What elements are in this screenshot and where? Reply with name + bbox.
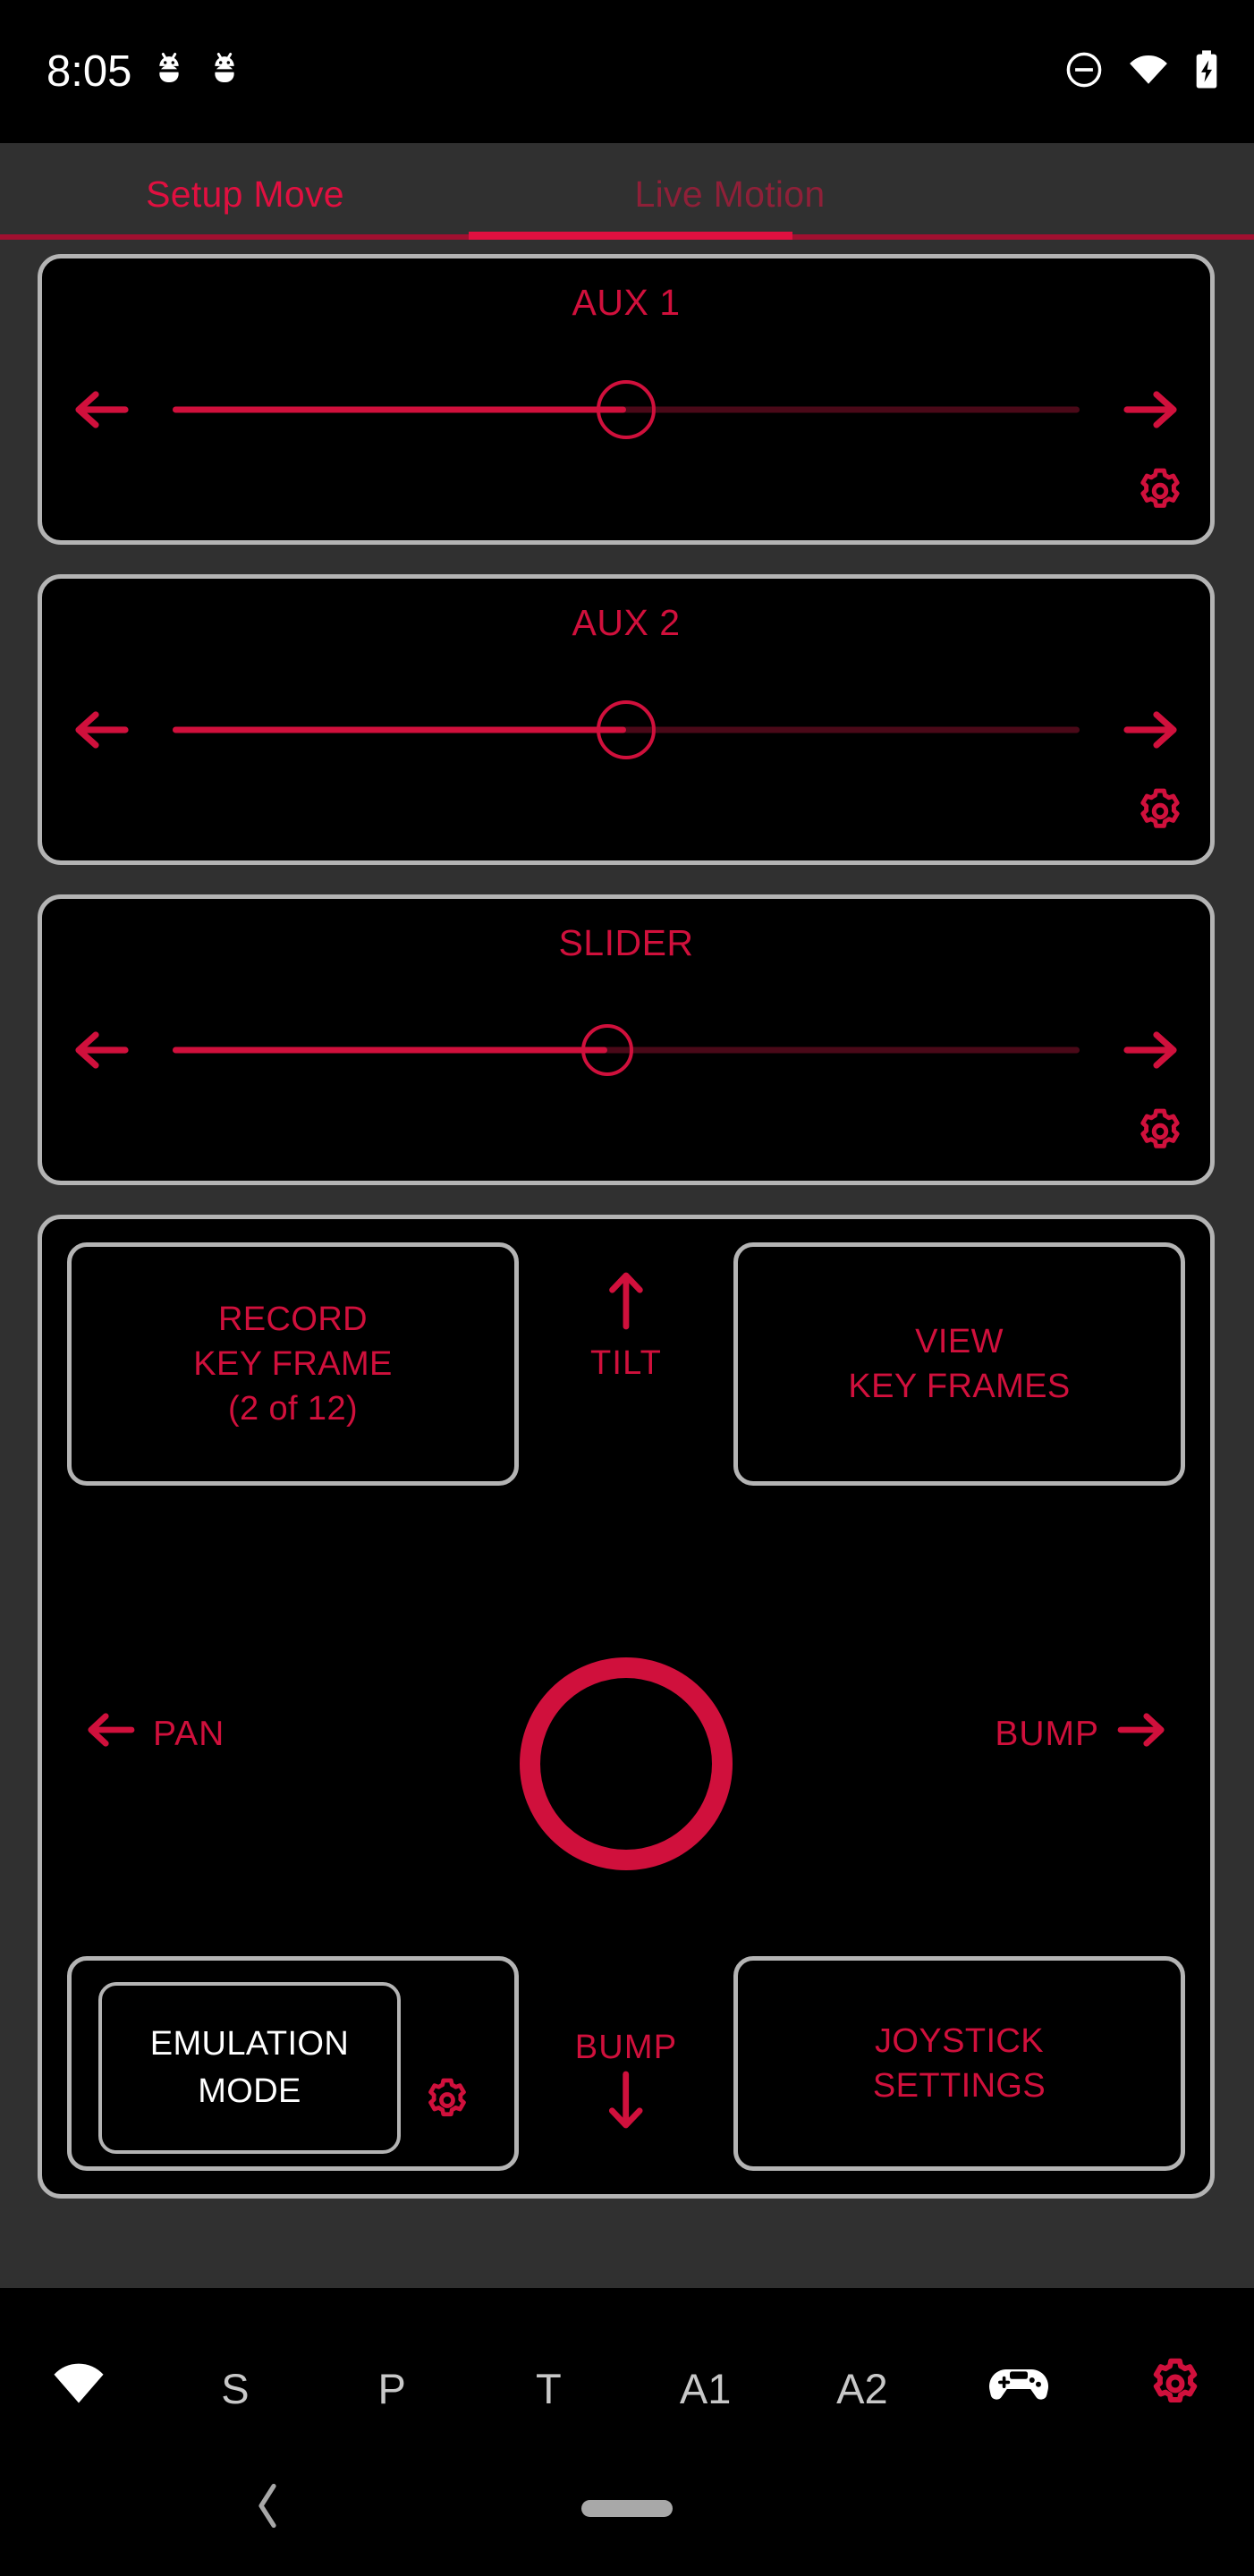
nav-item-settings[interactable] bbox=[1097, 2336, 1254, 2440]
arrow-right-icon bbox=[1117, 1707, 1167, 1762]
nav-item-t[interactable]: T bbox=[470, 2336, 627, 2440]
arrow-left-icon[interactable] bbox=[42, 1025, 160, 1075]
gear-icon[interactable] bbox=[1135, 1106, 1185, 1161]
gear-icon[interactable] bbox=[1135, 466, 1185, 521]
joystick-settings-line1: JOYSTICK bbox=[874, 2021, 1044, 2060]
tab-live-motion[interactable]: Live Motion bbox=[485, 168, 975, 216]
arrow-right-icon[interactable] bbox=[1092, 705, 1210, 755]
slider-card-aux1: AUX 1 bbox=[38, 254, 1215, 545]
tab-bar: Setup Move Live Motion bbox=[0, 143, 1254, 240]
slider-thumb[interactable] bbox=[581, 1024, 634, 1076]
slider-row bbox=[42, 672, 1210, 788]
emulation-mode-button-outer[interactable]: EMULATION MODE bbox=[67, 1956, 519, 2171]
tilt-label: TILT bbox=[589, 1344, 663, 1382]
arrow-left-icon bbox=[85, 1707, 135, 1762]
chevron-left-icon[interactable] bbox=[252, 2481, 283, 2536]
nav-item-a2[interactable]: A2 bbox=[784, 2336, 940, 2440]
arrow-right-icon[interactable] bbox=[1092, 385, 1210, 435]
bottom-nav-bar: S P T A1 A2 bbox=[0, 2336, 1254, 2440]
record-label-line3: (2 of 12) bbox=[227, 1390, 359, 1428]
slider-title: AUX 2 bbox=[572, 602, 681, 643]
emulation-mode-button[interactable]: EMULATION MODE bbox=[98, 1982, 401, 2154]
android-navigation-bar bbox=[0, 2440, 1254, 2576]
home-pill-indicator[interactable] bbox=[581, 2499, 673, 2517]
emulation-label-line1: EMULATION bbox=[149, 2024, 350, 2063]
bump-right-indicator: BUMP bbox=[995, 1707, 1167, 1762]
slider-row bbox=[42, 352, 1210, 468]
record-key-frame-button[interactable]: RECORD KEY FRAME (2 of 12) bbox=[67, 1242, 519, 1486]
tab-underline-active bbox=[469, 232, 792, 240]
joystick-control-panel: RECORD KEY FRAME (2 of 12) TILT VIEW KEY… bbox=[38, 1215, 1215, 2199]
slider-track-area[interactable] bbox=[160, 992, 1092, 1108]
nav-item-p[interactable]: P bbox=[314, 2336, 470, 2440]
android-bug-icon bbox=[207, 50, 242, 94]
nav-item-s[interactable]: S bbox=[157, 2336, 313, 2440]
wifi-icon bbox=[1127, 50, 1170, 94]
arrow-right-icon[interactable] bbox=[1092, 1025, 1210, 1075]
slider-fill bbox=[173, 1046, 608, 1054]
battery-charging-icon bbox=[1193, 49, 1220, 95]
gear-icon[interactable] bbox=[1135, 786, 1185, 841]
nav-item-gamepad[interactable] bbox=[941, 2336, 1097, 2440]
gamepad-icon bbox=[987, 2360, 1051, 2417]
slider-thumb[interactable] bbox=[597, 380, 656, 439]
slider-title: SLIDER bbox=[558, 922, 694, 963]
slider-card-slider: SLIDER bbox=[38, 894, 1215, 1185]
status-bar-left: 8:05 bbox=[47, 47, 242, 97]
arrow-up-icon bbox=[604, 1271, 648, 1339]
bump-down-indicator: BUMP bbox=[575, 2029, 678, 2139]
joystick-ring-icon[interactable] bbox=[520, 1657, 733, 1870]
tab-setup-move[interactable]: Setup Move bbox=[0, 168, 490, 216]
joystick-settings-button[interactable]: JOYSTICK SETTINGS bbox=[733, 1956, 1185, 2171]
arrow-down-icon bbox=[604, 2071, 648, 2139]
bump-right-label: BUMP bbox=[995, 1715, 1099, 1753]
wifi-icon bbox=[51, 2359, 106, 2419]
record-label-line1: RECORD bbox=[217, 1300, 369, 1338]
slider-fill bbox=[173, 726, 626, 733]
main-content: AUX 1 AUX 2 SLIDER RECORD KEY FRAME (2 o… bbox=[0, 240, 1254, 2288]
emulation-label-line2: MODE bbox=[198, 2072, 301, 2110]
gear-icon bbox=[1148, 2356, 1203, 2421]
slider-track-area[interactable] bbox=[160, 672, 1092, 788]
view-label-line1: VIEW bbox=[915, 1322, 1004, 1360]
status-bar: 8:05 bbox=[0, 0, 1254, 143]
slider-title: AUX 1 bbox=[572, 282, 681, 323]
android-bug-icon bbox=[151, 50, 187, 94]
record-label-line2: KEY FRAME bbox=[193, 1344, 393, 1383]
view-key-frames-button[interactable]: VIEW KEY FRAMES bbox=[733, 1242, 1185, 1486]
slider-fill bbox=[173, 406, 626, 413]
nav-item-wifi[interactable] bbox=[0, 2336, 157, 2440]
arrow-left-icon[interactable] bbox=[42, 385, 160, 435]
slider-thumb[interactable] bbox=[597, 700, 656, 759]
view-label-line2: KEY FRAMES bbox=[848, 1368, 1071, 1405]
slider-row bbox=[42, 992, 1210, 1108]
tab-list: Setup Move Live Motion bbox=[0, 143, 1254, 240]
status-bar-clock: 8:05 bbox=[47, 47, 132, 96]
app-root: 8:05 Setup Move Live Motion AUX 1 AUX 2 … bbox=[0, 0, 1254, 2576]
pan-label: PAN bbox=[153, 1715, 225, 1753]
do-not-disturb-icon bbox=[1064, 50, 1104, 94]
nav-item-a1[interactable]: A1 bbox=[627, 2336, 784, 2440]
tilt-indicator: TILT bbox=[590, 1271, 662, 1383]
bump-down-label: BUMP bbox=[574, 2029, 678, 2066]
arrow-left-icon[interactable] bbox=[42, 705, 160, 755]
slider-card-aux2: AUX 2 bbox=[38, 574, 1215, 865]
pan-indicator: PAN bbox=[85, 1707, 225, 1762]
gear-icon[interactable] bbox=[423, 2076, 471, 2136]
status-bar-right bbox=[1064, 49, 1220, 95]
joystick-settings-line2: SETTINGS bbox=[872, 2067, 1046, 2105]
slider-track-area[interactable] bbox=[160, 352, 1092, 468]
